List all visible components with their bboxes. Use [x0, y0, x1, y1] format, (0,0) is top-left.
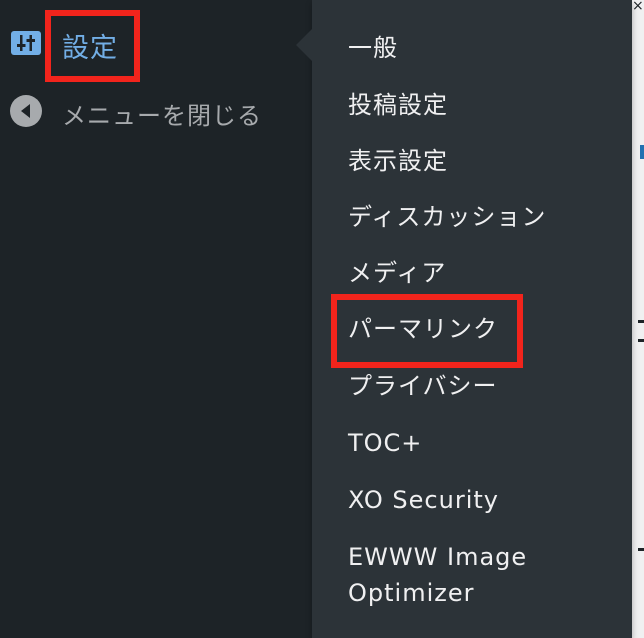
- submenu-item-media[interactable]: メディア: [348, 255, 446, 291]
- submenu-item-permalinks[interactable]: パーマリンク: [348, 311, 498, 347]
- submenu-item-ewww-image[interactable]: EWWW Image: [348, 539, 527, 575]
- content-mark: [638, 339, 644, 342]
- admin-screen: 設定 メニューを閉じる × 一般 投稿設定 表示設定 ディスカッション メディア…: [0, 0, 644, 638]
- close-icon[interactable]: ×: [632, 0, 644, 13]
- page-content-edge: ×: [632, 0, 644, 638]
- collapse-menu-label: メニューを閉じる: [62, 102, 262, 130]
- collapse-arrow-icon: [10, 95, 42, 127]
- sidebar-item-settings-label: 設定: [62, 33, 118, 64]
- submenu-item-writing[interactable]: 投稿設定: [348, 87, 448, 123]
- submenu-item-discussion[interactable]: ディスカッション: [348, 199, 546, 235]
- submenu-pointer-arrow: [296, 29, 312, 61]
- content-mark: [638, 320, 644, 323]
- submenu-item-reading[interactable]: 表示設定: [348, 143, 448, 179]
- settings-sliders-icon: [11, 31, 41, 55]
- collapse-menu-button[interactable]: メニューを閉じる: [0, 84, 312, 136]
- submenu-item-toc[interactable]: TOC+: [348, 425, 422, 461]
- submenu-item-general[interactable]: 一般: [348, 30, 398, 66]
- submenu-item-privacy[interactable]: プライバシー: [348, 368, 498, 404]
- content-accent-mark: [640, 145, 644, 159]
- admin-sidebar: 設定 メニューを閉じる: [0, 0, 312, 638]
- submenu-item-xo-security[interactable]: XO Security: [348, 482, 499, 518]
- settings-submenu: 一般 投稿設定 表示設定 ディスカッション メディア パーマリンク プライバシー…: [312, 0, 632, 638]
- submenu-item-ewww-optimizer[interactable]: Optimizer: [348, 575, 474, 611]
- content-mark: [638, 548, 644, 551]
- sidebar-item-settings[interactable]: 設定: [0, 16, 312, 68]
